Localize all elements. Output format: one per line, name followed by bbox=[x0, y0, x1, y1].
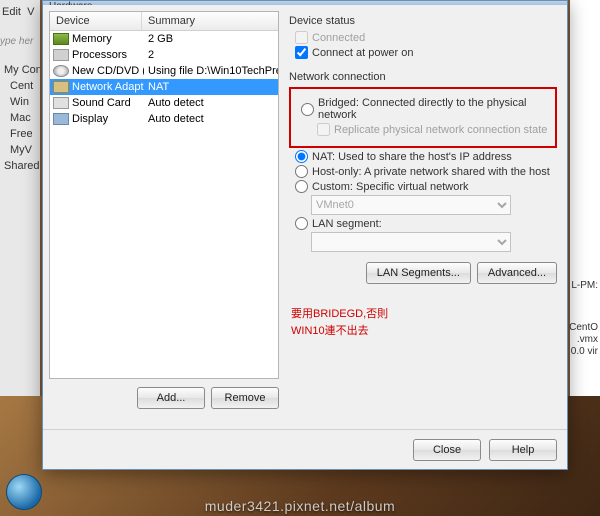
device-row[interactable]: Network AdapterNAT bbox=[50, 79, 278, 95]
annotation-highlight-box: Bridged: Connected directly to the physi… bbox=[289, 87, 557, 148]
nat-radio[interactable]: NAT: Used to share the host's IP address bbox=[295, 150, 557, 163]
device-row[interactable]: Sound CardAuto detect bbox=[50, 95, 278, 111]
mem-icon bbox=[53, 33, 69, 45]
dsp-icon bbox=[53, 113, 69, 125]
lan-segments-button[interactable]: LAN Segments... bbox=[366, 262, 471, 284]
close-button[interactable]: Close bbox=[413, 439, 481, 461]
col-summary: Summary bbox=[142, 12, 201, 30]
bridged-radio[interactable]: Bridged: Connected directly to the physi… bbox=[301, 97, 551, 121]
device-summary: 2 GB bbox=[144, 33, 278, 45]
replicate-checkbox: Replicate physical network connection st… bbox=[317, 123, 551, 136]
start-button-icon bbox=[6, 474, 42, 510]
bg-folder: Cent bbox=[0, 78, 40, 94]
annotation-line: 要用BRIDEGD,否則 bbox=[291, 306, 557, 323]
connected-input bbox=[295, 31, 308, 44]
device-summary: Auto detect bbox=[144, 97, 278, 109]
device-list-header: Device Summary bbox=[50, 12, 278, 31]
device-name: Processors bbox=[72, 49, 144, 61]
bg-folder: Free bbox=[0, 126, 40, 142]
lan-label: LAN segment: bbox=[312, 218, 382, 230]
custom-input[interactable] bbox=[295, 180, 308, 193]
lan-input[interactable] bbox=[295, 217, 308, 230]
remove-device-button[interactable]: Remove bbox=[211, 387, 279, 409]
device-row[interactable]: Processors2 bbox=[50, 47, 278, 63]
bg-folder: MyV bbox=[0, 142, 40, 158]
replicate-input bbox=[317, 123, 330, 136]
dialog-button-bar: Close Help bbox=[43, 429, 567, 469]
device-summary: 2 bbox=[144, 49, 278, 61]
device-summary: Auto detect bbox=[144, 113, 278, 125]
device-name: Memory bbox=[72, 33, 144, 45]
device-name: Network Adapter bbox=[72, 81, 144, 93]
custom-radio[interactable]: Custom: Specific virtual network bbox=[295, 180, 557, 193]
image-watermark: muder3421.pixnet.net/album bbox=[205, 498, 395, 514]
connected-checkbox: Connected bbox=[295, 31, 557, 44]
col-device: Device bbox=[50, 12, 142, 30]
hostonly-radio[interactable]: Host-only: A private network shared with… bbox=[295, 165, 557, 178]
device-row[interactable]: New CD/DVD (I...Using file D:\Win10TechP… bbox=[50, 63, 278, 79]
bridged-label: Bridged: Connected directly to the physi… bbox=[318, 97, 551, 121]
connect-at-power-on-checkbox[interactable]: Connect at power on bbox=[295, 46, 557, 59]
bridged-input[interactable] bbox=[301, 103, 314, 116]
device-settings-panel: Device status Connected Connect at power… bbox=[285, 11, 561, 409]
device-summary: NAT bbox=[144, 81, 278, 93]
device-list[interactable]: Device Summary Memory2 GBProcessors2New … bbox=[49, 11, 279, 379]
hardware-settings-dialog: Hardware Device Summary Memory2 GBProces… bbox=[42, 0, 568, 470]
connected-label: Connected bbox=[312, 32, 365, 44]
device-row[interactable]: Memory2 GB bbox=[50, 31, 278, 47]
cpu-icon bbox=[53, 49, 69, 61]
bg-folder: Win bbox=[0, 94, 40, 110]
lan-segment-radio[interactable]: LAN segment: bbox=[295, 217, 557, 230]
help-button[interactable]: Help bbox=[489, 439, 557, 461]
user-annotation: 要用BRIDEGD,否則 WIN10連不出去 bbox=[291, 306, 557, 339]
device-name: Display bbox=[72, 113, 144, 125]
hostonly-label: Host-only: A private network shared with… bbox=[312, 166, 550, 178]
bg-folder: My Con bbox=[0, 62, 40, 78]
device-name: New CD/DVD (I... bbox=[72, 65, 144, 77]
bg-folder: Mac bbox=[0, 110, 40, 126]
connect-power-on-label: Connect at power on bbox=[312, 47, 414, 59]
bg-folder: Shared bbox=[0, 158, 40, 174]
cd-icon bbox=[53, 65, 69, 77]
device-name: Sound Card bbox=[72, 97, 144, 109]
replicate-label: Replicate physical network connection st… bbox=[334, 124, 547, 136]
net-icon bbox=[53, 81, 69, 93]
bg-edit-menu: Edit V bbox=[2, 6, 34, 18]
bg-search-hint: ype her bbox=[0, 36, 33, 47]
device-status-heading: Device status bbox=[289, 15, 557, 27]
custom-label: Custom: Specific virtual network bbox=[312, 181, 469, 193]
device-summary: Using file D:\Win10TechPreview-x... bbox=[144, 65, 278, 77]
network-connection-heading: Network connection bbox=[289, 71, 557, 83]
hostonly-input[interactable] bbox=[295, 165, 308, 178]
nat-label: NAT: Used to share the host's IP address bbox=[312, 151, 512, 163]
annotation-line: WIN10連不出去 bbox=[291, 323, 557, 340]
nat-input[interactable] bbox=[295, 150, 308, 163]
custom-vmnet-select[interactable]: VMnet0 bbox=[311, 195, 511, 215]
advanced-button[interactable]: Advanced... bbox=[477, 262, 557, 284]
lan-segment-select[interactable] bbox=[311, 232, 511, 252]
snd-icon bbox=[53, 97, 69, 109]
device-panel: Device Summary Memory2 GBProcessors2New … bbox=[49, 11, 279, 409]
add-device-button[interactable]: Add... bbox=[137, 387, 205, 409]
connect-power-on-input[interactable] bbox=[295, 46, 308, 59]
device-row[interactable]: DisplayAuto detect bbox=[50, 111, 278, 127]
